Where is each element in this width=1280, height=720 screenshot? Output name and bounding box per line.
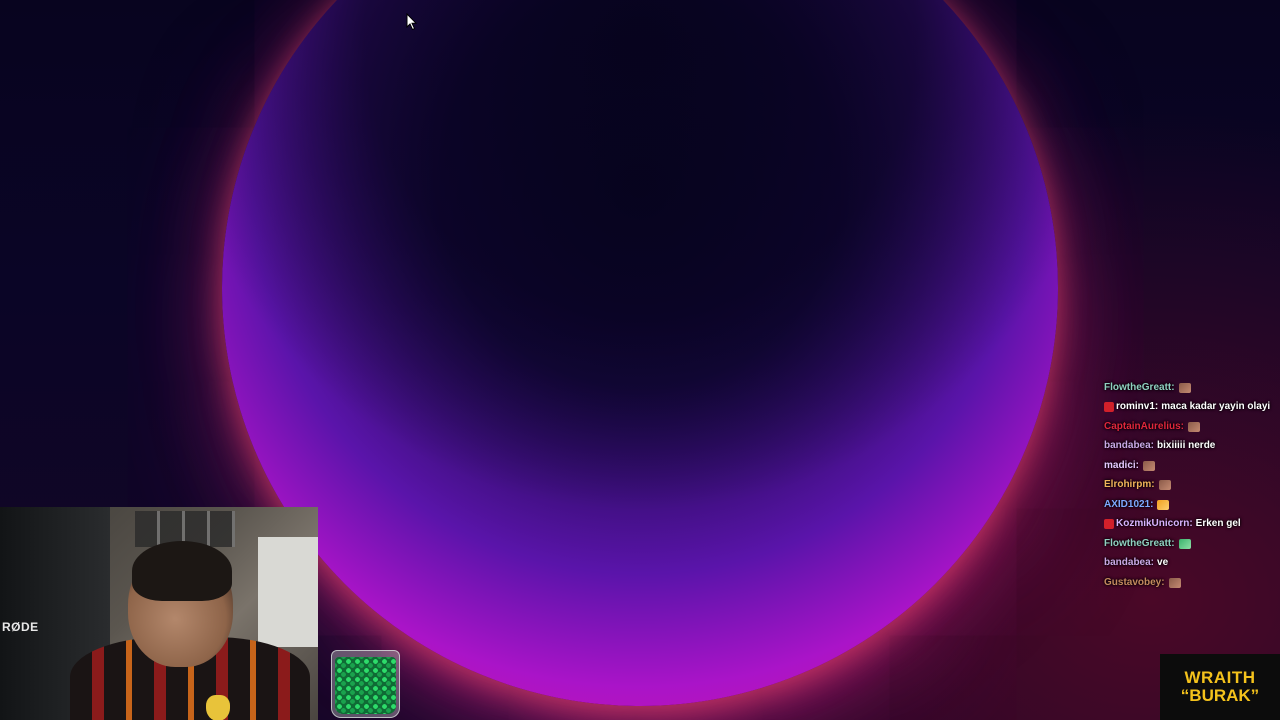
subscriber-badge-icon (1104, 402, 1114, 413)
chat-emote-icon (1143, 460, 1156, 471)
webcam-feed: RØDE (0, 507, 318, 720)
chat-message: KozmikUnicorn: Erken gel (1104, 515, 1280, 535)
chat-message: Elrohirpm: (1104, 476, 1280, 496)
chat-username[interactable]: bandabea: (1104, 438, 1154, 454)
logo-line-1: WRAITH (1184, 668, 1256, 687)
wraith-logo: WRAITH “BURAK” (1160, 654, 1280, 720)
chat-username[interactable]: KozmikUnicorn: (1116, 516, 1193, 532)
chat-message: rominv1: maca kadar yayin olayi (1104, 398, 1280, 418)
desktop-stage: FlowtheGreatt: rominv1: maca kadar yayin o… (0, 0, 1280, 720)
chat-emote-icon (1158, 480, 1171, 491)
chat-message-text: bixiiiii nerde (1157, 440, 1216, 452)
chat-emote-icon (1178, 382, 1191, 393)
chat-message: madici: (1104, 456, 1280, 476)
chat-message-text: Erken gel (1195, 518, 1241, 530)
chat-message-text: ve (1157, 557, 1169, 569)
chat-message: FlowtheGreatt: (1104, 378, 1280, 398)
chat-message: bandabea: bixiiiii nerde (1104, 437, 1280, 457)
jar-beans (335, 657, 396, 714)
chat-username[interactable]: Gustavobey: (1104, 575, 1165, 591)
jersey-crest-icon (206, 695, 230, 720)
chat-username[interactable]: AXID1021: (1104, 497, 1153, 513)
chat-username[interactable]: Elrohirpm: (1104, 477, 1155, 493)
chat-message: bandabea: ve (1104, 554, 1280, 574)
jellybean-jar-icon (331, 650, 400, 718)
streamer-hair (132, 541, 232, 601)
chat-emote-icon (1178, 538, 1191, 549)
chat-username[interactable]: FlowtheGreatt: (1104, 536, 1175, 552)
mic-brand-label: RØDE (2, 620, 39, 634)
chat-message: CaptainAurelius: (1104, 417, 1280, 437)
chat-emote-icon (1188, 421, 1201, 432)
stream-chat-overlay: FlowtheGreatt: rominv1: maca kadar yayin o… (1104, 378, 1280, 593)
chat-username[interactable]: FlowtheGreatt: (1104, 380, 1175, 396)
logo-line-2: “BURAK” (1180, 686, 1260, 705)
chat-emote-icon (1157, 499, 1170, 510)
chat-username[interactable]: bandabea: (1104, 555, 1154, 571)
chat-username[interactable]: madici: (1104, 458, 1139, 474)
chat-emote-icon (1168, 577, 1181, 588)
chat-message: Gustavobey: (1104, 573, 1280, 593)
chat-message: AXID1021: (1104, 495, 1280, 515)
webcam-whiteboard (258, 537, 318, 647)
chat-username[interactable]: CaptainAurelius: (1104, 419, 1184, 435)
chat-message: FlowtheGreatt: (1104, 534, 1280, 554)
mouse-pointer-icon (406, 13, 418, 31)
glowing-orb-wallpaper (222, 0, 1058, 706)
chat-username[interactable]: rominv1: (1116, 399, 1158, 415)
chat-message-text: maca kadar yayin olayi (1161, 401, 1271, 413)
subscriber-badge-icon (1104, 519, 1114, 530)
